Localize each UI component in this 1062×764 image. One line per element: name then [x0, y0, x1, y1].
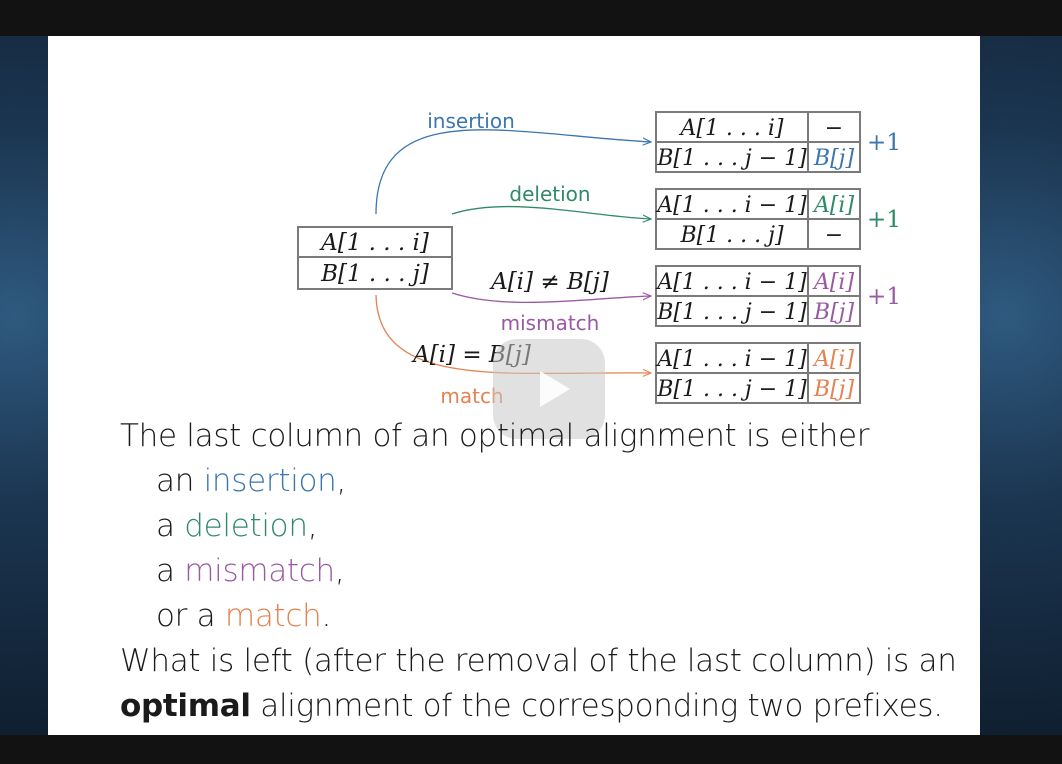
target-a-prefix: A[1 . . . i − 1]: [655, 270, 807, 295]
optimal-word: optimal: [120, 688, 251, 724]
target-a-last: −: [825, 116, 843, 141]
conclusion-line-1: What is left (after the removal of the l…: [120, 643, 957, 679]
target-a-prefix: A[1 . . . i − 1]: [655, 347, 807, 372]
bullet-suffix: ,: [334, 553, 345, 589]
target-boxes: A[1 . . . i] −B[1 . . . j − 1] B[j]+1A[1 .…: [655, 111, 901, 404]
bullet-match: or a match.: [120, 594, 960, 639]
background-texture-left: [0, 36, 48, 735]
deletion-arrow: [451, 205, 651, 219]
bottom-letterbox: [0, 735, 1062, 764]
bullet-suffix: .: [321, 598, 332, 634]
source-bottom: B[1 . . . j]: [320, 261, 429, 287]
match-word: match: [224, 598, 322, 634]
bullet-insertion: an insertion,: [120, 459, 960, 504]
insertion-edge-label: insertion: [427, 109, 515, 133]
target-box-match: A[1 . . . i − 1] A[i]B[1 . . . j − 1] B[j]: [655, 342, 861, 404]
target-box-insertion: A[1 . . . i] −B[1 . . . j − 1] B[j] +1: [655, 111, 901, 173]
target-cost: +1: [867, 130, 901, 156]
target-b-prefix: B[1 . . . j]: [679, 223, 784, 248]
conclusion-line-2: optimal alignment of the corresponding t…: [120, 684, 960, 729]
target-box-mismatch: A[1 . . . i − 1] A[i]B[1 . . . j − 1] B[j]…: [655, 265, 901, 327]
target-a-last: A[i]: [812, 270, 855, 295]
target-b-prefix: B[1 . . . j − 1]: [656, 146, 807, 171]
deletion-word: deletion: [184, 508, 308, 544]
bullet-suffix: ,: [307, 508, 318, 544]
target-b-last: B[j]: [813, 300, 855, 325]
explanation-text: The last column of an optimal alignment …: [120, 414, 960, 729]
bullet-prefix: or a: [156, 598, 225, 634]
bullet-suffix: ,: [336, 463, 347, 499]
bullet-mismatch: a mismatch,: [120, 549, 960, 594]
mismatch-condition: A[i] ≠ B[j]: [489, 269, 609, 295]
target-cost: +1: [867, 207, 901, 233]
target-b-prefix: B[1 . . . j − 1]: [656, 377, 807, 402]
target-b-last: −: [825, 223, 843, 248]
background-texture-right: [980, 36, 1062, 735]
deletion-edge-label: deletion: [509, 182, 590, 206]
target-a-last: A[i]: [812, 347, 855, 372]
target-b-last: B[j]: [813, 377, 855, 402]
mismatch-word: mismatch: [184, 553, 335, 589]
target-cost: +1: [867, 284, 901, 310]
target-a-last: A[i]: [812, 193, 855, 218]
bullet-deletion: a deletion,: [120, 504, 960, 549]
slide: A[1 . . . i] B[1 . . . j] insertion dele…: [48, 36, 980, 735]
mismatch-edge-label: mismatch: [501, 311, 600, 335]
target-a-prefix: A[1 . . . i]: [678, 116, 783, 141]
target-b-last: B[j]: [813, 146, 855, 171]
target-b-prefix: B[1 . . . j − 1]: [656, 300, 807, 325]
insertion-word: insertion: [203, 463, 337, 499]
bullet-prefix: a: [156, 553, 185, 589]
source-box: A[1 . . . i] B[1 . . . j]: [297, 226, 453, 290]
conclusion-rest: alignment of the corresponding two prefi…: [250, 688, 943, 724]
target-box-deletion: A[1 . . . i − 1] A[i] B[1 . . . j] −+1: [655, 188, 901, 250]
intro-line: The last column of an optimal alignment …: [120, 418, 870, 454]
bullet-prefix: a: [156, 508, 185, 544]
target-a-prefix: A[1 . . . i − 1]: [655, 193, 807, 218]
bullet-prefix: an: [156, 463, 204, 499]
top-letterbox: [0, 0, 1062, 36]
source-top: A[1 . . . i]: [319, 230, 429, 256]
